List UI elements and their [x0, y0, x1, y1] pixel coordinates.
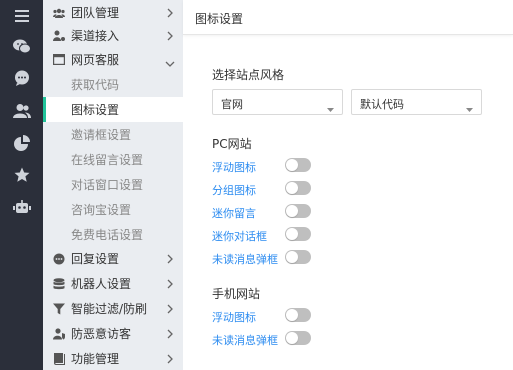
mobile-floating-icon-toggle[interactable]	[285, 308, 311, 322]
nav-group-reply[interactable]: 回复设置	[43, 246, 183, 271]
nav-sub-phone-settings[interactable]: 免费电话设置	[43, 222, 183, 247]
toggle-knob	[286, 159, 298, 171]
nav-group-label: 防恶意访客	[71, 327, 132, 341]
pc-option-mini-dialog[interactable]: 迷你对话框	[212, 228, 267, 244]
pc-option-row: 未读消息弹框	[212, 249, 492, 267]
mobile-site-title: 手机网站	[212, 287, 261, 301]
pc-site-title: PC网站	[212, 137, 252, 151]
mobile-option-unread-popup[interactable]: 未读消息弹框	[212, 332, 278, 348]
mini-dialog-toggle[interactable]	[285, 227, 311, 241]
nav-sub-invite-settings[interactable]: 邀请框设置	[43, 122, 183, 147]
chevron-right-icon	[167, 253, 173, 267]
nav-sub-label: 免费电话设置	[71, 228, 144, 242]
chevron-down-icon	[165, 56, 175, 70]
nav-group-function[interactable]: 功能管理	[43, 346, 183, 370]
nav-sub-dialog-settings[interactable]: 对话窗口设置	[43, 172, 183, 197]
robot-icon[interactable]	[0, 195, 43, 219]
mobile-option-row: 未读消息弹框	[212, 330, 492, 348]
page-header: 图标设置	[183, 0, 513, 35]
reply-icon	[53, 253, 65, 265]
chevron-right-icon	[167, 7, 173, 21]
team-icon	[53, 7, 65, 19]
chevron-right-icon	[167, 30, 173, 44]
nav-group-label: 团队管理	[71, 6, 120, 20]
group-icon-toggle[interactable]	[285, 181, 311, 195]
nav-sub-consult-settings[interactable]: 咨询宝设置	[43, 197, 183, 222]
icon-rail	[0, 0, 43, 370]
chevron-right-icon	[167, 278, 173, 292]
unread-popup-toggle[interactable]	[285, 250, 311, 264]
nav-group-label: 网页客服	[71, 53, 120, 67]
toggle-knob	[286, 309, 298, 321]
site-select-value: 官网	[221, 98, 243, 111]
users-icon[interactable]	[0, 99, 43, 123]
nav-sub-label: 邀请框设置	[71, 128, 132, 142]
floating-icon-toggle[interactable]	[285, 158, 311, 172]
nav-sub-message-settings[interactable]: 在线留言设置	[43, 147, 183, 172]
mobile-unread-popup-toggle[interactable]	[285, 331, 311, 345]
nav-sub-label: 在线留言设置	[71, 153, 144, 167]
pc-option-row: 浮动图标	[212, 157, 492, 175]
pie-chart-icon[interactable]	[0, 131, 43, 155]
nav-group-label: 渠道接入	[71, 29, 120, 43]
chevron-right-icon	[167, 328, 173, 342]
code-select-value: 默认代码	[360, 98, 404, 111]
chevron-right-icon	[167, 353, 173, 367]
shield-user-icon	[53, 327, 65, 340]
wechat-icon[interactable]	[0, 34, 43, 58]
toggle-knob	[286, 205, 298, 217]
toggle-knob	[286, 251, 298, 263]
mini-message-toggle[interactable]	[285, 204, 311, 218]
page-title: 图标设置	[195, 12, 244, 26]
nav-sub-label: 图标设置	[71, 103, 120, 117]
main-panel: 图标设置 选择站点风格 官网 默认代码 PC网站 浮动图标 分组图标 迷你留言 …	[183, 0, 513, 370]
nav-group-web[interactable]: 网页客服	[43, 47, 183, 72]
nav-group-malicious[interactable]: 防恶意访客	[43, 321, 183, 346]
toggle-knob	[286, 332, 298, 344]
site-select[interactable]: 官网	[212, 89, 343, 115]
pc-option-mini-message[interactable]: 迷你留言	[212, 205, 256, 221]
nav-group-channel[interactable]: 渠道接入	[43, 23, 183, 48]
pc-option-row: 分组图标	[212, 180, 492, 198]
chat-icon[interactable]	[0, 66, 43, 90]
pc-option-unread-popup[interactable]: 未读消息弹框	[212, 251, 278, 267]
nav-sub-label: 咨询宝设置	[71, 203, 132, 217]
pc-option-row: 迷你留言	[212, 203, 492, 221]
nav-sub-icon-settings[interactable]: 图标设置	[43, 97, 183, 122]
nav-sub-label: 对话窗口设置	[71, 178, 144, 192]
nav-group-label: 功能管理	[71, 352, 120, 366]
caret-down-icon	[327, 101, 334, 115]
nav-group-label: 机器人设置	[71, 277, 132, 291]
nav-group-label: 智能过滤/防刷	[71, 302, 148, 316]
nav-group-robot[interactable]: 机器人设置	[43, 271, 183, 296]
nav-group-filter[interactable]: 智能过滤/防刷	[43, 296, 183, 321]
nav-sub-label: 获取代码	[71, 78, 120, 92]
site-style-label: 选择站点风格	[212, 68, 285, 82]
filter-icon	[53, 303, 65, 315]
star-icon[interactable]	[0, 163, 43, 187]
channel-icon	[53, 30, 65, 42]
settings-nav: 团队管理 渠道接入 网页客服 获取代码 图标设置 邀请框设置 在线留言设置 对话…	[43, 0, 183, 370]
toggle-knob	[286, 228, 298, 240]
nav-sub-get-code[interactable]: 获取代码	[43, 72, 183, 97]
database-icon	[53, 277, 65, 290]
menu-icon[interactable]	[0, 4, 43, 28]
pc-option-row: 迷你对话框	[212, 226, 492, 244]
mobile-option-row: 浮动图标	[212, 307, 492, 325]
nav-group-team[interactable]: 团队管理	[43, 0, 183, 25]
nav-group-label: 回复设置	[71, 252, 120, 266]
function-icon	[53, 352, 65, 365]
web-icon	[53, 54, 65, 66]
pc-option-floating-icon[interactable]: 浮动图标	[212, 159, 256, 175]
toggle-knob	[286, 182, 298, 194]
chevron-right-icon	[167, 303, 173, 317]
caret-down-icon	[466, 101, 473, 115]
pc-option-group-icon[interactable]: 分组图标	[212, 182, 256, 198]
code-select[interactable]: 默认代码	[351, 89, 482, 115]
mobile-option-floating-icon[interactable]: 浮动图标	[212, 309, 256, 325]
